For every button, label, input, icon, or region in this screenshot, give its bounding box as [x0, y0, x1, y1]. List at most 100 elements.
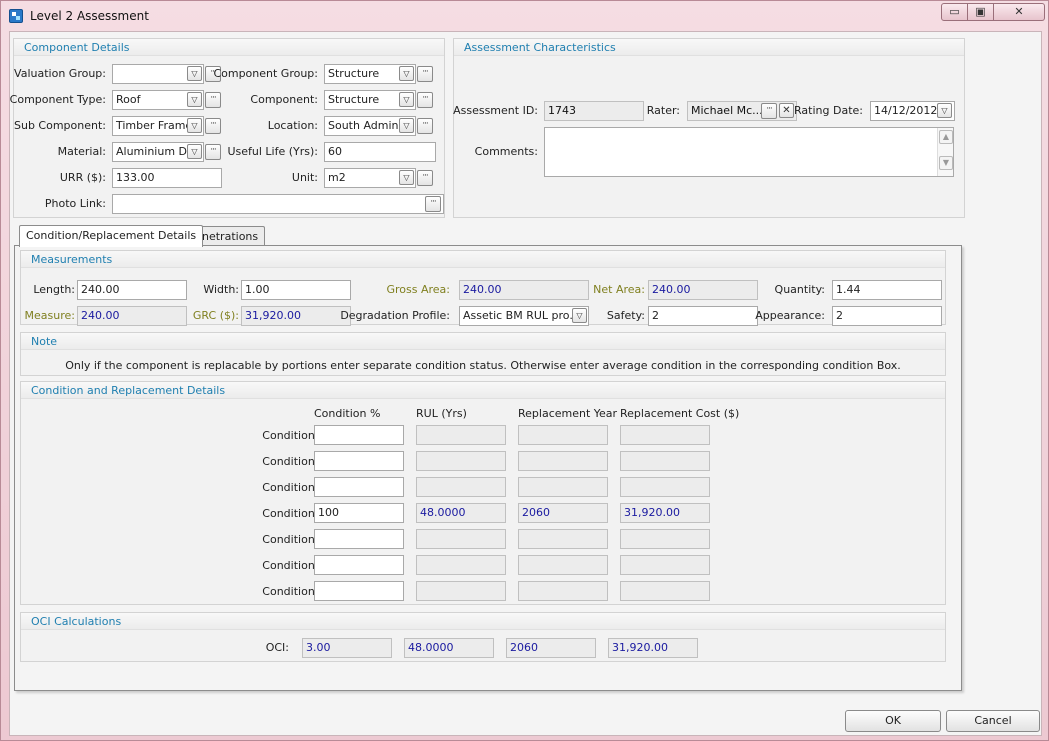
oci-cost: 31,920.00 [608, 638, 698, 658]
unit-dropdown-icon[interactable]: ▽ [399, 170, 414, 185]
comments-label: Comments: [474, 145, 538, 158]
measure-field: 240.00 [77, 306, 187, 326]
material-label: Material: [57, 145, 106, 158]
sub-component-dropdown-icon[interactable]: ▽ [187, 118, 202, 133]
photo-link-field[interactable] [112, 194, 444, 214]
dialog-window: Level 2 Assessment ▭ ▣ ✕ Component Detai… [0, 0, 1049, 741]
condition-3-rul: 48.0000 [416, 503, 506, 523]
condition-6-rul [416, 425, 506, 445]
component-type-label: Component Type: [9, 93, 106, 106]
unit-ellipsis-icon[interactable]: ··· [417, 170, 433, 186]
component-type-dropdown-icon[interactable]: ▽ [187, 92, 202, 107]
condition-1-year [518, 555, 608, 575]
component-dropdown-icon[interactable]: ▽ [399, 92, 414, 107]
condition-2-rul [416, 529, 506, 549]
condition-4-pct[interactable] [314, 477, 404, 497]
window-title: Level 2 Assessment [30, 9, 149, 23]
assessment-characteristics-header: Assessment Characteristics [454, 39, 964, 56]
component-label: Component: [250, 93, 318, 106]
condition-5-cost [620, 451, 710, 471]
location-ellipsis-icon[interactable]: ··· [417, 118, 433, 134]
column-rul: RUL (Yrs) [416, 407, 467, 420]
grc-label: GRC ($): [192, 309, 239, 322]
useful-life-label: Useful Life (Yrs): [227, 145, 318, 158]
close-button[interactable]: ✕ [994, 3, 1045, 21]
valuation-group-dropdown-icon[interactable]: ▽ [187, 66, 202, 81]
comments-field[interactable] [544, 127, 954, 177]
component-details-group: Component Details Valuation Group: ▽ ···… [9, 38, 445, 218]
condition-1-pct[interactable] [314, 555, 404, 575]
gross-area-field: 240.00 [459, 280, 589, 300]
app-icon [9, 9, 23, 23]
valuation-group-label: Valuation Group: [14, 67, 106, 80]
condition-3-pct[interactable]: 100 [314, 503, 404, 523]
condition-replacement-group: Condition and Replacement Details Condit… [20, 381, 946, 605]
measure-label: Measure: [24, 309, 75, 322]
location-dropdown-icon[interactable]: ▽ [399, 118, 414, 133]
material-ellipsis-icon[interactable]: ··· [205, 144, 221, 160]
component-ellipsis-icon[interactable]: ··· [417, 92, 433, 108]
condition-2-year [518, 529, 608, 549]
scroll-up-icon[interactable]: ▲ [939, 130, 953, 144]
sub-component-label: Sub Component: [13, 119, 106, 132]
scroll-down-icon[interactable]: ▼ [939, 156, 953, 170]
appearance-label: Appearance: [755, 309, 825, 322]
condition-4-year [518, 477, 608, 497]
rater-ellipsis-icon[interactable]: ··· [761, 103, 777, 119]
grc-field: 31,920.00 [241, 306, 351, 326]
maximize-button[interactable]: ▣ [968, 3, 994, 21]
minimize-button[interactable]: ▭ [941, 3, 968, 21]
material-dropdown-icon[interactable]: ▽ [187, 144, 202, 159]
quantity-label: Quantity: [774, 283, 825, 296]
condition-6-pct[interactable] [314, 425, 404, 445]
condition-4-rul [416, 477, 506, 497]
note-group: Note Only if the component is replacable… [20, 332, 946, 376]
net-area-label: Net Area: [593, 283, 645, 296]
comments-scrollbar[interactable]: ▲ ▼ [937, 128, 953, 176]
oci-group: OCI Calculations OCI: 3.00 48.0000 2060 … [20, 612, 946, 662]
condition-2-cost [620, 529, 710, 549]
oci-year: 2060 [506, 638, 596, 658]
cancel-button[interactable]: Cancel [946, 710, 1040, 732]
sub-component-ellipsis-icon[interactable]: ··· [205, 118, 221, 134]
condition-6-cost [620, 425, 710, 445]
quantity-field[interactable]: 1.44 [832, 280, 942, 300]
condition-replacement-header: Condition and Replacement Details [21, 382, 945, 399]
degradation-profile-dropdown-icon[interactable]: ▽ [572, 308, 587, 323]
oci-label: OCI: [265, 641, 289, 654]
ok-button[interactable]: OK [845, 710, 941, 732]
assessment-id-field: 1743 [544, 101, 644, 121]
urr-label: URR ($): [59, 171, 106, 184]
tab-condition-replacement[interactable]: Condition/Replacement Details [19, 225, 204, 247]
width-field[interactable]: 1.00 [241, 280, 351, 300]
appearance-field[interactable]: 2 [832, 306, 942, 326]
photo-link-ellipsis-icon[interactable]: ··· [425, 196, 441, 212]
measurements-header: Measurements [21, 251, 945, 268]
condition-5-pct[interactable] [314, 451, 404, 471]
condition-1-cost [620, 555, 710, 575]
safety-label: Safety: [606, 309, 645, 322]
unit-label: Unit: [291, 171, 318, 184]
rater-label: Rater: [646, 104, 680, 117]
condition-3-cost: 31,920.00 [620, 503, 710, 523]
component-group-ellipsis-icon[interactable]: ··· [417, 66, 433, 82]
useful-life-field[interactable]: 60 [324, 142, 436, 162]
condition-6-year [518, 425, 608, 445]
length-label: Length: [33, 283, 75, 296]
condition-0-cost [620, 581, 710, 601]
length-field[interactable]: 240.00 [77, 280, 187, 300]
safety-field[interactable]: 2 [648, 306, 758, 326]
component-group-dropdown-icon[interactable]: ▽ [399, 66, 414, 81]
rater-clear-icon[interactable]: ✕ [779, 103, 794, 118]
condition-0-pct[interactable] [314, 581, 404, 601]
condition-2-pct[interactable] [314, 529, 404, 549]
condition-0-year [518, 581, 608, 601]
column-condition-pct: Condition % [314, 407, 381, 420]
location-label: Location: [267, 119, 318, 132]
oci-rul: 48.0000 [404, 638, 494, 658]
degradation-profile-field[interactable]: Assetic BM RUL pro... [459, 306, 589, 326]
urr-field[interactable]: 133.00 [112, 168, 222, 188]
rating-date-dropdown-icon[interactable]: ▽ [937, 103, 952, 118]
condition-5-rul [416, 451, 506, 471]
component-type-ellipsis-icon[interactable]: ··· [205, 92, 221, 108]
